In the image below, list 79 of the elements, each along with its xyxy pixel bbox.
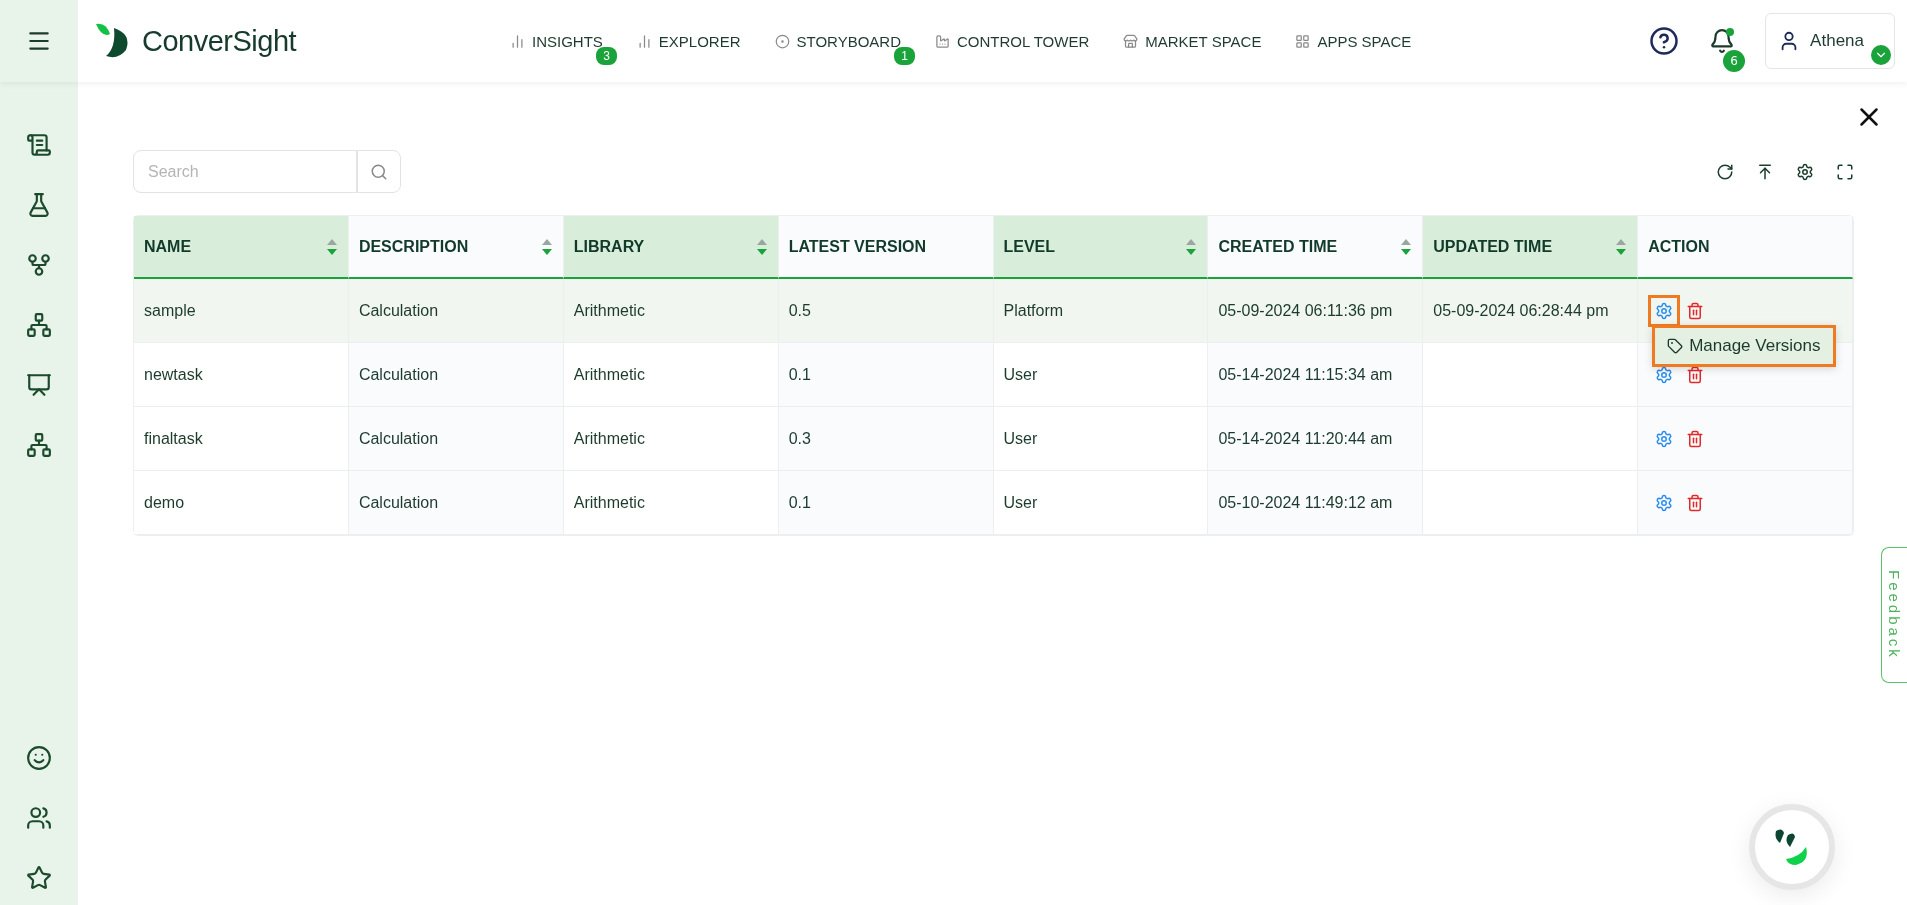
store-icon (1123, 33, 1139, 49)
user-menu-button[interactable]: Athena (1765, 13, 1895, 69)
circle-icon (774, 33, 790, 49)
sort-icon[interactable] (1400, 237, 1413, 256)
flask-icon[interactable] (26, 192, 52, 218)
table-cell: Calculation (348, 407, 564, 471)
bell-icon[interactable] (1709, 28, 1736, 54)
nav-link[interactable]: CONTROL TOWER (935, 32, 1090, 50)
table-cell: 05-09-2024 06:28:44 pm (1423, 279, 1639, 343)
nav-link[interactable]: EXPLORER (636, 32, 741, 50)
table-cell: 0.1 (778, 471, 994, 535)
table-cell: 05-10-2024 11:49:12 am (1208, 471, 1424, 535)
factory-icon (935, 33, 951, 49)
table-cell: 0.1 (778, 343, 994, 407)
table-cell: 0.3 (778, 407, 994, 471)
table-cell: Calculation (348, 279, 564, 343)
nav-link[interactable]: MARKET SPACE (1123, 32, 1262, 50)
table-cell: User (993, 343, 1209, 407)
table-cell: User (993, 407, 1209, 471)
row-height-icon[interactable] (1756, 162, 1774, 181)
count-badge: 3 (596, 46, 617, 65)
table-cell: Arithmetic (563, 343, 779, 407)
document-user-icon[interactable] (26, 132, 52, 158)
column-header: ACTION (1638, 216, 1853, 279)
branch-icon[interactable] (26, 252, 52, 278)
column-header[interactable]: LEVEL (993, 216, 1209, 279)
count-badge: 1 (894, 46, 916, 65)
column-header[interactable]: DESCRIPTION (348, 216, 564, 279)
table-cell: Calculation (348, 471, 564, 535)
nav-link[interactable]: APPS SPACE (1295, 32, 1412, 50)
search-field[interactable]: Search (133, 150, 357, 193)
grid-icon (1295, 33, 1311, 49)
smiley-icon[interactable] (26, 745, 52, 771)
search-icon[interactable] (357, 150, 401, 193)
fullscreen-icon[interactable] (1836, 162, 1854, 181)
table-cell: newtask (134, 343, 349, 407)
column-header[interactable]: LIBRARY (563, 216, 779, 279)
presentation-chart-icon[interactable] (26, 372, 52, 398)
table-cell: 0.5 (778, 279, 994, 343)
table-cell: 05-14-2024 11:20:44 am (1208, 407, 1424, 471)
star-icon[interactable] (26, 865, 52, 891)
delete-icon[interactable] (1686, 493, 1705, 512)
sort-icon[interactable] (1615, 237, 1628, 256)
table-cell: finaltask (134, 407, 349, 471)
delete-icon[interactable] (1686, 301, 1705, 320)
hierarchy-icon[interactable] (26, 432, 52, 458)
bar-chart-icon (510, 33, 525, 49)
caret-icon (1871, 45, 1891, 65)
delete-icon[interactable] (1686, 429, 1705, 448)
table-cell: 05-14-2024 11:15:34 am (1208, 343, 1424, 407)
count-badge: 6 (1723, 50, 1746, 72)
menu-icon[interactable] (0, 0, 78, 82)
table-cell: Arithmetic (563, 407, 779, 471)
brand-name: ConverSight (142, 24, 297, 58)
column-header: LATEST VERSION (778, 216, 994, 279)
table-cell: Platform (993, 279, 1209, 343)
table-cell: 05-09-2024 06:11:36 pm (1208, 279, 1424, 343)
sort-icon[interactable] (325, 237, 338, 256)
column-header[interactable]: UPDATED TIME (1423, 216, 1639, 279)
table-cell: User (993, 471, 1209, 535)
refresh-icon[interactable] (1716, 162, 1734, 181)
settings-icon[interactable] (1796, 162, 1814, 181)
table-cell: Arithmetic (563, 279, 779, 343)
sort-icon[interactable] (1185, 237, 1198, 256)
column-header[interactable]: CREATED TIME (1208, 216, 1424, 279)
table-cell: sample (134, 279, 349, 343)
table-cell: Arithmetic (563, 471, 779, 535)
tag-icon (1667, 338, 1684, 354)
table-cell: Calculation (348, 343, 564, 407)
hierarchy-icon[interactable] (26, 312, 52, 338)
users-icon[interactable] (26, 805, 52, 831)
help-icon[interactable] (1649, 26, 1680, 56)
sort-icon[interactable] (755, 237, 768, 256)
bar-chart-icon (636, 33, 652, 49)
sort-icon[interactable] (540, 237, 553, 256)
delete-icon[interactable] (1686, 365, 1705, 384)
table-cell: demo (134, 471, 349, 535)
menu-item[interactable]: Manage Versions (1655, 328, 1833, 364)
column-header[interactable]: NAME (134, 216, 349, 279)
